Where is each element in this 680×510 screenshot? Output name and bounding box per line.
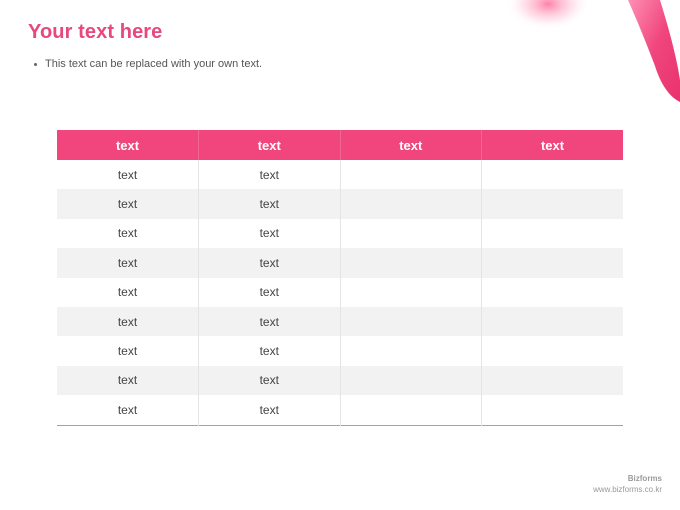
table-cell xyxy=(481,277,623,307)
column-header: text xyxy=(198,130,340,160)
table-cell xyxy=(481,218,623,249)
table-cell: text xyxy=(198,248,340,278)
table-cell xyxy=(481,160,623,190)
table-cell: text xyxy=(57,189,199,219)
table-row: text text xyxy=(57,248,623,278)
table-row: text text xyxy=(57,160,623,190)
table-header-row: text text text text xyxy=(57,130,623,160)
table-cell xyxy=(339,189,482,219)
table-cell xyxy=(339,160,482,190)
column-header: text xyxy=(57,130,199,160)
table-cell xyxy=(339,306,482,337)
bullet-text: This text can be replaced with your own … xyxy=(45,58,263,70)
table-cell: text xyxy=(198,189,340,219)
table-cell: text xyxy=(198,306,340,337)
table-row: text text xyxy=(57,277,623,307)
table-cell xyxy=(339,277,482,307)
table-cell: text xyxy=(117,402,138,417)
table-cell: text xyxy=(57,248,199,278)
table-cell xyxy=(481,365,623,396)
data-table: text text text text text text text text … xyxy=(57,130,623,426)
table-cell xyxy=(481,248,623,278)
table-row: text text xyxy=(57,395,623,426)
table-row: text text xyxy=(57,306,623,337)
table-cell: text xyxy=(57,365,199,396)
table-cell xyxy=(481,395,623,426)
column-header: text xyxy=(481,130,623,160)
table-cell: text xyxy=(198,218,340,249)
footer-url: www.bizforms.co.kr xyxy=(593,485,662,494)
table-row: text text xyxy=(57,218,623,249)
table-cell xyxy=(481,306,623,337)
bullet-item: This text can be replaced with your own … xyxy=(34,58,262,70)
table-cell xyxy=(481,189,623,219)
footer-brand: Bizforms xyxy=(627,474,662,483)
table-cell xyxy=(339,218,482,249)
table-cell: text xyxy=(198,277,340,307)
table-cell: text xyxy=(198,336,340,366)
table-cell: text xyxy=(198,365,340,396)
table-cell: text xyxy=(117,167,138,182)
slide-title: Your text here xyxy=(28,21,163,43)
table-cell xyxy=(339,365,482,396)
table-cell: text xyxy=(117,285,138,300)
table-cell: text xyxy=(117,344,138,359)
table-cell: text xyxy=(117,226,138,241)
bullet-dot-icon xyxy=(34,62,37,66)
table-row: text text xyxy=(57,336,623,366)
table-cell: text xyxy=(198,395,340,426)
table-cell xyxy=(481,336,623,366)
table-cell xyxy=(339,395,482,426)
table-cell xyxy=(339,336,482,366)
table-cell: text xyxy=(198,160,340,190)
column-header: text xyxy=(339,130,482,160)
footer-credit: Bizforms www.bizforms.co.kr xyxy=(593,473,662,495)
slide: Your text here This text can be replaced… xyxy=(0,0,680,510)
table-row: text text xyxy=(57,189,623,219)
table-cell: text xyxy=(57,306,199,337)
table-cell xyxy=(339,248,482,278)
table-row: text text xyxy=(57,365,623,396)
